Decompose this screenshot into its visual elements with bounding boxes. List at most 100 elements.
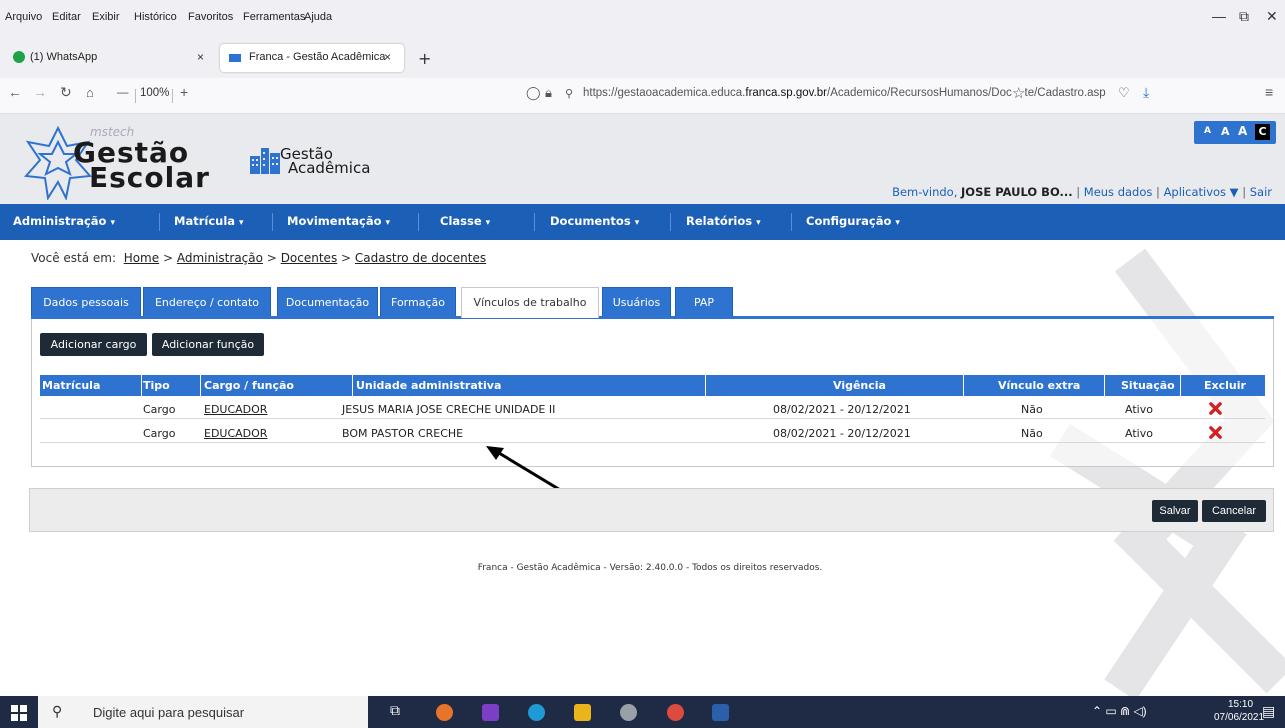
nav-matricula[interactable]: Matrícula ▾ <box>174 214 244 228</box>
cell-situacao: Ativo <box>1125 403 1153 416</box>
lock-icon[interactable]: 🔒︎ <box>545 85 552 101</box>
col-divider <box>1180 375 1181 396</box>
minimize-icon[interactable]: — <box>1212 8 1226 24</box>
nav-documentos[interactable]: Documentos ▾ <box>550 214 639 228</box>
new-tab-button[interactable]: + <box>418 49 431 68</box>
cell-vigencia: 08/02/2021 - 20/12/2021 <box>773 427 911 440</box>
tab-documentacao[interactable]: Documentação <box>277 287 378 317</box>
form-actions-bar <box>29 488 1274 532</box>
font-medium-button[interactable]: A <box>1221 125 1230 138</box>
shield-icon[interactable]: ◯ <box>526 85 541 101</box>
menu-favoritos[interactable]: Favoritos <box>188 11 233 23</box>
col-divider <box>1104 375 1105 396</box>
breadcrumb-prefix: Você está em: <box>31 251 117 265</box>
tab-usuarios[interactable]: Usuários <box>602 287 671 317</box>
col-situacao[interactable]: Situação <box>1121 375 1175 396</box>
buildings-icon <box>250 148 280 174</box>
clock-time[interactable]: 15:10 <box>1228 699 1253 710</box>
breadcrumb: Você está em: Home > Administração > Doc… <box>31 251 486 265</box>
back-icon[interactable]: ← <box>8 84 22 100</box>
file-explorer-icon[interactable] <box>574 704 591 721</box>
home-icon[interactable]: ⌂ <box>86 85 94 100</box>
task-view-icon[interactable]: ⧉ <box>390 703 400 719</box>
permissions-icon[interactable]: ⚲ <box>565 87 573 100</box>
close-window-icon[interactable]: ✕ <box>1266 8 1278 25</box>
tab-dados-pessoais[interactable]: Dados pessoais <box>31 287 141 317</box>
tab-formacao[interactable]: Formação <box>380 287 456 317</box>
contrast-button[interactable]: C <box>1255 124 1270 140</box>
col-matricula[interactable]: Matrícula <box>42 375 101 396</box>
tab-pap[interactable]: PAP <box>675 287 733 317</box>
breadcrumb-home[interactable]: Home <box>124 251 159 265</box>
menu-exibir[interactable]: Exibir <box>92 11 120 23</box>
user-name: JOSE PAULO BO... <box>961 185 1073 199</box>
whatsapp-icon <box>13 51 25 63</box>
cargo-link[interactable]: EDUCADOR <box>204 427 267 440</box>
menu-ajuda[interactable]: Ajuda <box>304 11 332 23</box>
delete-icon[interactable] <box>1209 426 1222 439</box>
font-large-button[interactable]: A <box>1238 124 1247 138</box>
col-excluir[interactable]: Excluir <box>1204 375 1246 396</box>
table-row: Cargo EDUCADOR JESUS MARIA JOSE CRECHE U… <box>40 399 1265 419</box>
menu-arquivo[interactable]: Arquivo <box>5 11 42 23</box>
zoom-level[interactable]: 100% <box>140 87 169 99</box>
nav-divider <box>534 213 535 231</box>
tab-close-icon[interactable]: × <box>197 50 204 64</box>
tray-icons[interactable]: ⌃ ▭ ⋒ ◁) <box>1092 704 1147 718</box>
add-funcao-button[interactable]: Adicionar função <box>152 333 264 356</box>
col-unidade[interactable]: Unidade administrativa <box>356 375 502 396</box>
word-icon[interactable] <box>712 704 729 721</box>
add-cargo-button[interactable]: Adicionar cargo <box>40 333 147 356</box>
hamburger-menu-icon[interactable]: ≡ <box>1265 84 1273 100</box>
col-vigencia[interactable]: Vigência <box>833 375 886 396</box>
save-button[interactable]: Salvar <box>1152 500 1198 522</box>
nav-relatorios[interactable]: Relatórios ▾ <box>686 214 761 228</box>
tab-close-icon[interactable]: × <box>384 50 391 64</box>
col-tipo[interactable]: Tipo <box>143 375 170 396</box>
menu-editar[interactable]: Editar <box>52 11 81 23</box>
snipping-tool-icon[interactable] <box>482 704 499 721</box>
reload-icon[interactable]: ↻ <box>60 84 72 101</box>
zoom-out-button[interactable]: — <box>117 87 129 99</box>
zoom-in-button[interactable]: + <box>180 84 188 100</box>
col-divider <box>963 375 964 396</box>
font-small-button[interactable]: A <box>1204 126 1211 136</box>
windows-start-icon[interactable] <box>11 705 27 721</box>
menu-historico[interactable]: Histórico <box>134 11 177 23</box>
download-icon[interactable]: ⤓ <box>1143 84 1149 101</box>
tab-franca[interactable]: Franca - Gestão Acadêmica × <box>220 44 404 72</box>
cancel-button[interactable]: Cancelar <box>1202 500 1266 522</box>
edge-icon[interactable] <box>528 704 545 721</box>
col-vinculo-extra[interactable]: Vínculo extra <box>998 375 1081 396</box>
taskbar-search[interactable]: ⚲ Digite aqui para pesquisar <box>38 696 368 728</box>
settings-icon[interactable] <box>620 704 637 721</box>
delete-icon[interactable] <box>1209 402 1222 415</box>
nav-classe[interactable]: Classe ▾ <box>440 214 490 228</box>
breadcrumb-cadastro[interactable]: Cadastro de docentes <box>355 251 486 265</box>
menu-ferramentas[interactable]: Ferramentas <box>243 11 305 23</box>
firefox-icon[interactable] <box>436 704 453 721</box>
tab-whatsapp[interactable]: (1) WhatsApp × <box>8 44 213 72</box>
tab-vinculos-de-trabalho[interactable]: Vínculos de trabalho <box>461 287 599 318</box>
tab-endereco-contato[interactable]: Endereço / contato <box>143 287 271 317</box>
breadcrumb-administracao[interactable]: Administração <box>177 251 263 265</box>
nav-configuracao[interactable]: Configuração ▾ <box>806 214 900 228</box>
breadcrumb-docentes[interactable]: Docentes <box>281 251 338 265</box>
my-data-link[interactable]: Meus dados <box>1084 185 1153 199</box>
cargo-link[interactable]: EDUCADOR <box>204 403 267 416</box>
clock-date[interactable]: 07/06/2021 <box>1214 712 1264 723</box>
cell-tipo: Cargo <box>143 427 176 440</box>
apps-menu[interactable]: Aplicativos ▼ <box>1164 185 1239 199</box>
bookmark-star-icon[interactable]: ☆ <box>1012 84 1026 102</box>
restore-icon[interactable]: ⧉ <box>1239 8 1249 25</box>
chrome-icon[interactable] <box>667 704 684 721</box>
forward-icon[interactable]: → <box>33 84 47 100</box>
tab-label: (1) WhatsApp <box>30 51 98 63</box>
notifications-icon[interactable]: ▤ <box>1262 703 1275 720</box>
nav-administracao[interactable]: Administração ▾ <box>13 214 115 228</box>
url-field[interactable]: https://gestaoacademica.educa.franca.sp.… <box>583 87 1106 99</box>
logout-link[interactable]: Sair <box>1250 185 1272 199</box>
nav-movimentacao[interactable]: Movimentação ▾ <box>287 214 390 228</box>
pocket-icon[interactable]: ♡ <box>1118 85 1130 101</box>
col-cargo[interactable]: Cargo / função <box>204 375 294 396</box>
